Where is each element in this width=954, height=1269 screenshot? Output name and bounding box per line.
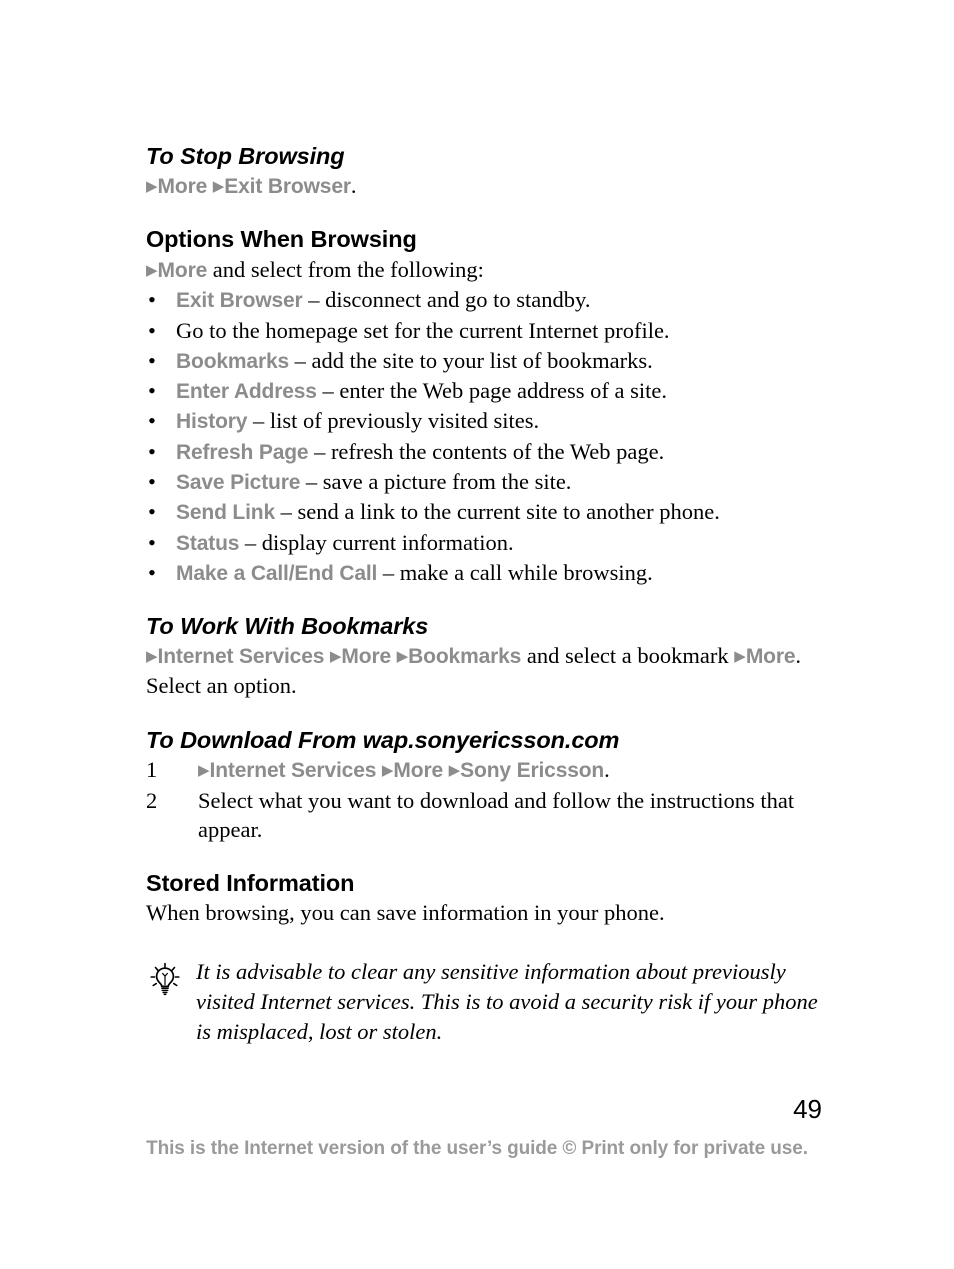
bullet-dot-icon: • xyxy=(148,408,156,434)
section-to-download: To Download From wap.sonyericsson.com 1 … xyxy=(146,727,826,844)
page-content: To Stop Browsing ▶More ▶Exit Browser. Op… xyxy=(146,143,826,1046)
section-to-work-with-bookmarks: To Work With Bookmarks ▶Internet Service… xyxy=(146,613,826,700)
section-to-stop-browsing: To Stop Browsing ▶More ▶Exit Browser. xyxy=(146,143,826,201)
ui-label-more: More xyxy=(393,759,443,783)
sentence-period: . xyxy=(604,757,610,783)
bullet-dot-icon: • xyxy=(148,559,156,585)
list-item: • History – list of previously visited s… xyxy=(146,406,826,435)
ui-label-sony-ericsson: Sony Ericsson xyxy=(460,759,605,783)
ui-label-status: Status xyxy=(176,531,240,555)
bullet-dot-icon: • xyxy=(148,287,156,313)
list-item: • Send Link – send a link to the current… xyxy=(146,497,826,526)
item-description: – disconnect and go to standby. xyxy=(302,287,591,313)
step-text: Select what you want to download and fol… xyxy=(198,787,795,842)
heading-stored-information: Stored Information xyxy=(146,870,355,897)
ui-label-internet-services: Internet Services xyxy=(157,645,325,669)
ui-label-send-link: Send Link xyxy=(176,501,275,525)
item-description: – send a link to the current site to ano… xyxy=(275,499,720,525)
triangle-right-icon: ▶ xyxy=(198,762,210,780)
bookmarks-text-middle: and select a bookmark xyxy=(521,643,735,669)
ui-label-exit-browser: Exit Browser xyxy=(176,289,303,313)
bullet-dot-icon: • xyxy=(148,529,156,555)
list-item: 1 ▶Internet Services ▶More ▶Sony Ericsso… xyxy=(146,755,826,784)
item-description: – enter the Web page address of a site. xyxy=(316,378,667,404)
bookmarks-steps: ▶Internet Services ▶More ▶Bookmarks and … xyxy=(146,641,826,700)
stored-information-body: When browsing, you can save information … xyxy=(146,900,665,926)
triangle-right-icon: ▶ xyxy=(146,648,158,666)
list-item: • Enter Address – enter the Web page add… xyxy=(146,376,826,405)
ui-label-internet-services: Internet Services xyxy=(209,759,377,783)
ui-label-more: More xyxy=(341,645,391,669)
list-item: • Status – display current information. xyxy=(146,528,826,557)
section-stored-information: Stored Information When browsing, you ca… xyxy=(146,870,826,1046)
tip-text: It is advisable to clear any sensitive i… xyxy=(196,958,818,1044)
triangle-right-icon: ▶ xyxy=(448,762,461,780)
triangle-right-icon: ▶ xyxy=(396,648,409,666)
ui-label-refresh-page: Refresh Page xyxy=(176,440,309,464)
options-intro-text: and select from the following: xyxy=(207,256,484,282)
step-number: 2 xyxy=(146,787,158,813)
bullet-dot-icon: • xyxy=(148,347,156,373)
list-item: • Bookmarks – add the site to your list … xyxy=(146,346,826,375)
tip-callout: It is advisable to clear any sensitive i… xyxy=(146,957,826,1047)
section-options-when-browsing: Options When Browsing ▶More and select f… xyxy=(146,226,826,588)
ui-label-make-a-call-end-call: Make a Call/End Call xyxy=(176,561,378,585)
item-description: – make a call while browsing. xyxy=(377,559,653,585)
item-description: – list of previously visited sites. xyxy=(247,408,540,434)
triangle-right-icon: ▶ xyxy=(146,178,158,196)
heading-to-download: To Download From wap.sonyericsson.com xyxy=(146,727,620,753)
ui-label-more: More xyxy=(157,258,208,282)
list-item: • Go to the homepage set for the current… xyxy=(146,316,826,345)
heading-to-stop-browsing: To Stop Browsing xyxy=(146,143,345,169)
bullet-dot-icon: • xyxy=(148,499,156,525)
ui-label-history: History xyxy=(176,410,248,434)
bullet-dot-icon: • xyxy=(148,317,156,343)
item-description: – add the site to your list of bookmarks… xyxy=(289,347,653,373)
options-bullet-list: • Exit Browser – disconnect and go to st… xyxy=(146,285,826,587)
ui-label-more: More xyxy=(157,175,208,199)
item-description: Go to the homepage set for the current I… xyxy=(176,317,670,343)
item-description: – display current information. xyxy=(239,529,514,555)
page-number: 49 xyxy=(793,1094,822,1124)
triangle-right-icon: ▶ xyxy=(381,762,394,780)
list-item: • Exit Browser – disconnect and go to st… xyxy=(146,285,826,314)
step-number: 1 xyxy=(146,757,158,783)
list-item: • Save Picture – save a picture from the… xyxy=(146,467,826,496)
lightbulb-tip-icon xyxy=(148,961,182,997)
item-description: – refresh the contents of the Web page. xyxy=(308,438,665,464)
ui-label-bookmarks: Bookmarks xyxy=(176,349,290,373)
ui-label-enter-address: Enter Address xyxy=(176,380,317,404)
stop-browsing-steps: ▶More ▶Exit Browser. xyxy=(146,171,826,200)
ui-label-save-picture: Save Picture xyxy=(176,470,301,494)
manual-page: To Stop Browsing ▶More ▶Exit Browser. Op… xyxy=(0,0,954,1269)
bullet-dot-icon: • xyxy=(148,438,156,464)
heading-to-work-with-bookmarks: To Work With Bookmarks xyxy=(146,613,429,640)
bullet-dot-icon: • xyxy=(148,468,156,494)
heading-options-when-browsing: Options When Browsing xyxy=(146,225,417,252)
item-description: – save a picture from the site. xyxy=(300,468,572,494)
ui-label-bookmarks: Bookmarks xyxy=(408,645,522,669)
triangle-right-icon: ▶ xyxy=(146,261,158,279)
triangle-right-icon: ▶ xyxy=(212,178,225,196)
bullet-dot-icon: • xyxy=(148,378,156,404)
ui-label-exit-browser: Exit Browser xyxy=(224,175,351,199)
list-item: • Make a Call/End Call – make a call whi… xyxy=(146,558,826,587)
list-item: • Refresh Page – refresh the contents of… xyxy=(146,437,826,466)
download-steps-list: 1 ▶Internet Services ▶More ▶Sony Ericsso… xyxy=(146,755,826,844)
list-item: 2 Select what you want to download and f… xyxy=(146,786,826,845)
ui-label-more: More xyxy=(745,645,796,669)
triangle-right-icon: ▶ xyxy=(734,648,746,666)
sentence-period: . xyxy=(350,173,357,199)
options-intro-line: ▶More and select from the following: xyxy=(146,255,826,284)
footer-note: This is the Internet version of the user… xyxy=(146,1138,808,1159)
triangle-right-icon: ▶ xyxy=(329,648,342,666)
